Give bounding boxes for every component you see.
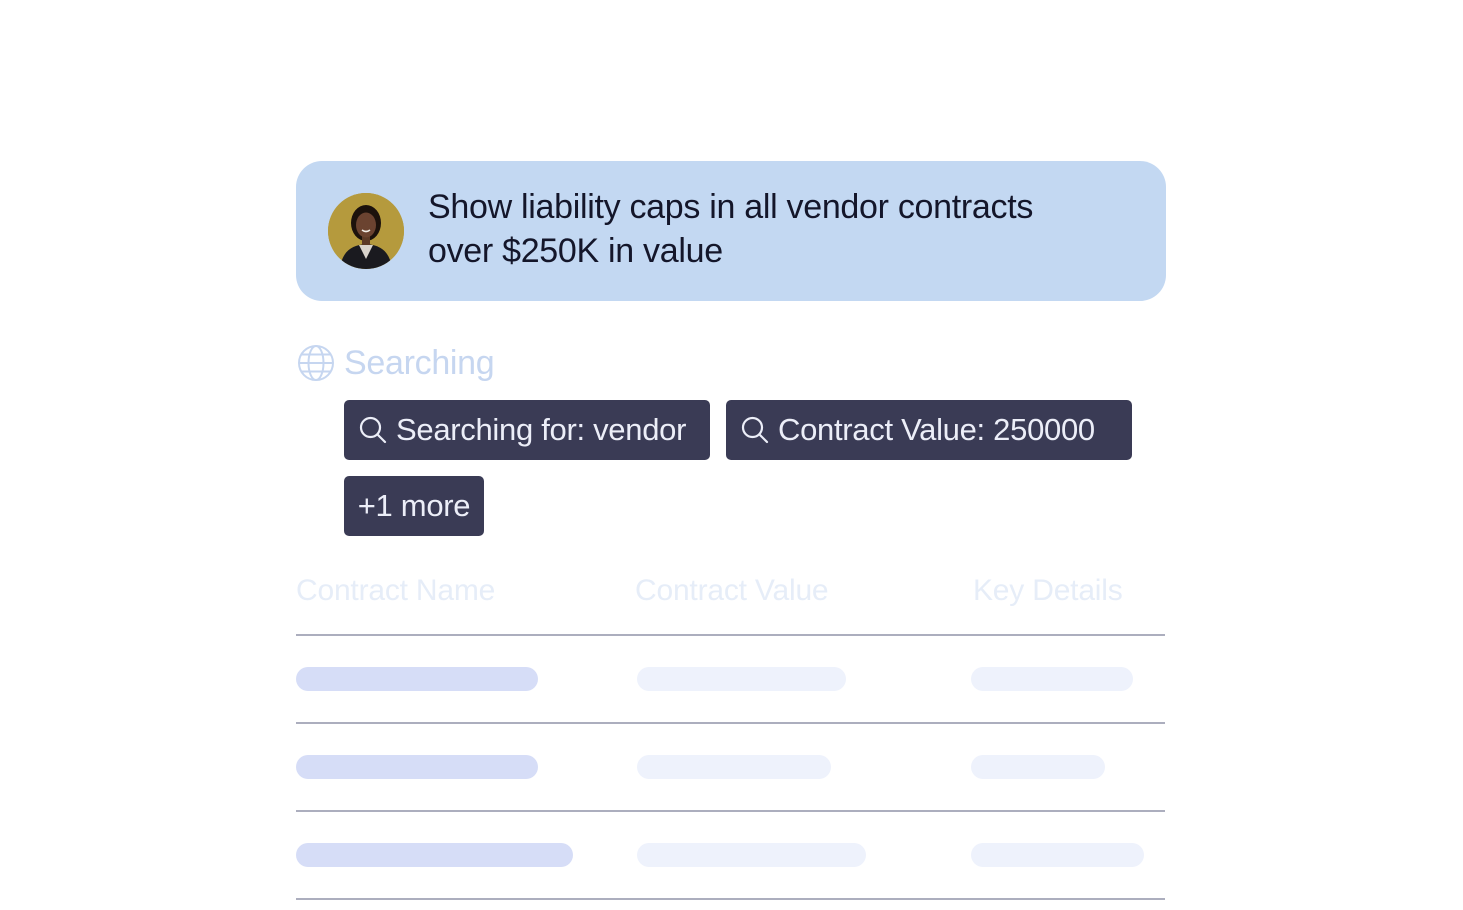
skeleton-contract-name — [296, 843, 573, 867]
skeleton-contract-value — [637, 667, 846, 691]
prompt-text: Show liability caps in all vendor contra… — [428, 185, 1128, 273]
user-photo-icon — [328, 193, 404, 269]
more-chips-label: +1 more — [357, 488, 471, 523]
globe-icon — [298, 345, 334, 381]
column-header-contract-name: Contract Name — [296, 574, 496, 607]
table-header-divider — [296, 634, 1165, 636]
search-result-view: Show liability caps in all vendor contra… — [0, 0, 1463, 910]
search-chip-label: Searching for: vendor — [396, 412, 687, 447]
search-chip-vendor[interactable]: Searching for: vendor — [344, 400, 710, 460]
skeleton-contract-value — [637, 755, 831, 779]
table-row-divider — [296, 722, 1165, 724]
table-row-divider — [296, 898, 1165, 900]
search-chip-label: Contract Value: 250000 — [778, 412, 1095, 447]
skeleton-key-details — [971, 843, 1144, 867]
search-icon — [741, 416, 769, 444]
search-icon — [359, 416, 387, 444]
user-avatar — [328, 193, 404, 269]
user-prompt-card: Show liability caps in all vendor contra… — [296, 161, 1166, 301]
column-header-contract-value: Contract Value — [635, 574, 829, 607]
skeleton-contract-name — [296, 667, 538, 691]
skeleton-key-details — [971, 755, 1105, 779]
skeleton-contract-value — [637, 843, 866, 867]
prompt-text-line-2: over $250K in value — [428, 232, 723, 270]
search-status: Searching — [297, 343, 495, 383]
more-chips-button[interactable]: +1 more — [344, 476, 484, 536]
status-label: Searching — [344, 343, 495, 382]
search-chip-contract-value[interactable]: Contract Value: 250000 — [726, 400, 1132, 460]
prompt-text-line-1: Show liability caps in all vendor contra… — [428, 188, 1034, 226]
column-header-key-details: Key Details — [973, 574, 1123, 607]
skeleton-key-details — [971, 667, 1133, 691]
skeleton-contract-name — [296, 755, 538, 779]
table-row-divider — [296, 810, 1165, 812]
